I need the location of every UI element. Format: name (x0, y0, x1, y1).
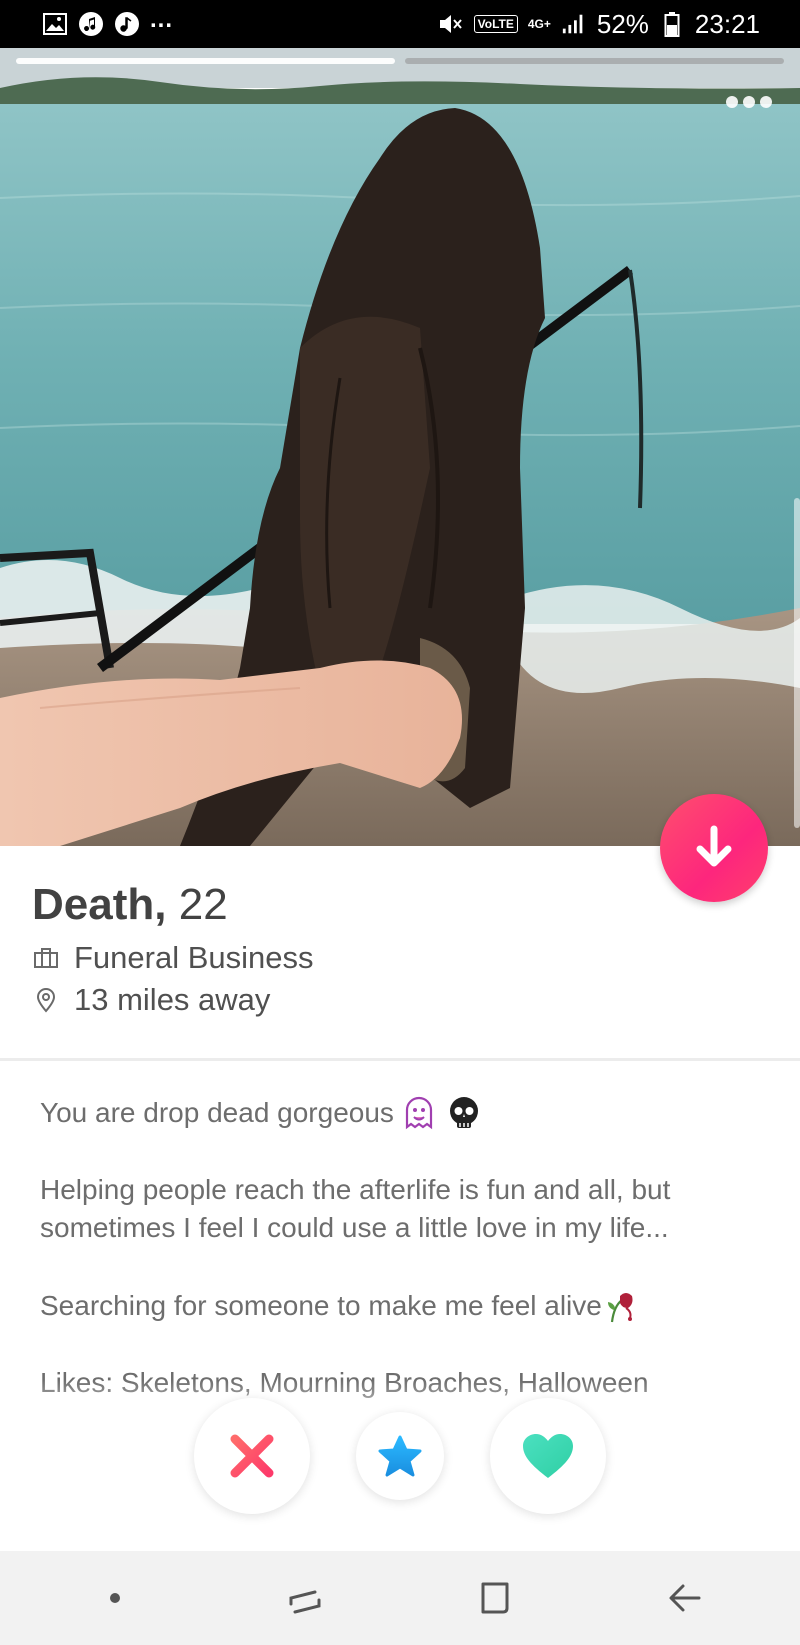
arrow-down-icon (696, 825, 732, 867)
profile-photo[interactable] (0, 48, 800, 846)
dot-icon (726, 96, 738, 108)
battery-icon (659, 11, 685, 37)
profile-distance-text: 13 miles away (74, 982, 271, 1017)
photo-progress-segment-1[interactable] (16, 58, 395, 64)
bio-line-2: Helping people reach the afterlife is fu… (40, 1174, 671, 1243)
profile-job: Funeral Business (32, 940, 314, 976)
star-icon (378, 1435, 422, 1477)
more-options-button[interactable] (726, 96, 772, 108)
x-icon (230, 1434, 274, 1478)
status-notifications: ... (42, 6, 174, 37)
collapse-profile-button[interactable] (660, 794, 768, 902)
battery-percent: 52% (596, 8, 649, 39)
superlike-button[interactable] (356, 1412, 444, 1500)
recent-apps-button[interactable] (270, 1563, 340, 1633)
nope-button[interactable] (194, 1398, 310, 1514)
network-type: 4G+ (527, 17, 551, 31)
profile-distance: 13 miles away (32, 982, 270, 1018)
mute-icon (438, 11, 464, 37)
bio-line-1: You are drop dead gorgeous (40, 1094, 760, 1132)
home-square-icon (481, 1582, 509, 1614)
bio-line-3: Searching for someone to make me feel al… (40, 1287, 760, 1325)
heart-icon (523, 1434, 573, 1478)
profile-job-text: Funeral Business (74, 940, 314, 975)
gallery-icon (42, 11, 68, 37)
briefcase-icon (32, 944, 60, 972)
wilted-rose-emoji-icon (604, 1288, 640, 1324)
overflow-notifications: ... (150, 6, 174, 33)
music-note-icon (78, 11, 104, 37)
profile-name-age: Death, 22 (32, 880, 228, 930)
section-divider (0, 1058, 800, 1061)
bio-line-3-text: Searching for someone to make me feel al… (40, 1290, 602, 1321)
photo-illustration (0, 48, 800, 846)
dot-icon (743, 96, 755, 108)
profile-name: Death, (32, 880, 167, 929)
back-button[interactable] (650, 1563, 720, 1633)
photo-progress-segment-2[interactable] (405, 58, 784, 64)
music-note-icon-2 (114, 11, 140, 37)
bio-line-1-text: You are drop dead gorgeous (40, 1097, 394, 1128)
dot-icon (110, 1593, 120, 1603)
like-button[interactable] (490, 1398, 606, 1514)
back-arrow-icon (669, 1584, 701, 1612)
scrollbar[interactable] (794, 498, 800, 828)
photo-progress-bar (16, 58, 784, 64)
status-bar: ... VoLTE 4G+ 52% 23:21 (0, 0, 800, 48)
nav-dot-button[interactable] (80, 1563, 150, 1633)
skull-emoji-icon (446, 1095, 482, 1131)
dot-icon (760, 96, 772, 108)
system-nav-bar (0, 1551, 800, 1645)
location-pin-icon (32, 986, 60, 1014)
profile-age: 22 (178, 880, 228, 929)
home-button[interactable] (460, 1563, 530, 1633)
clock: 23:21 (694, 8, 760, 39)
recent-apps-icon (289, 1590, 321, 1614)
volte-badge: VoLTE (473, 15, 518, 33)
ghost-emoji-icon (402, 1095, 438, 1131)
status-indicators: VoLTE 4G+ 52% 23:21 (438, 9, 760, 40)
signal-icon (561, 11, 587, 37)
